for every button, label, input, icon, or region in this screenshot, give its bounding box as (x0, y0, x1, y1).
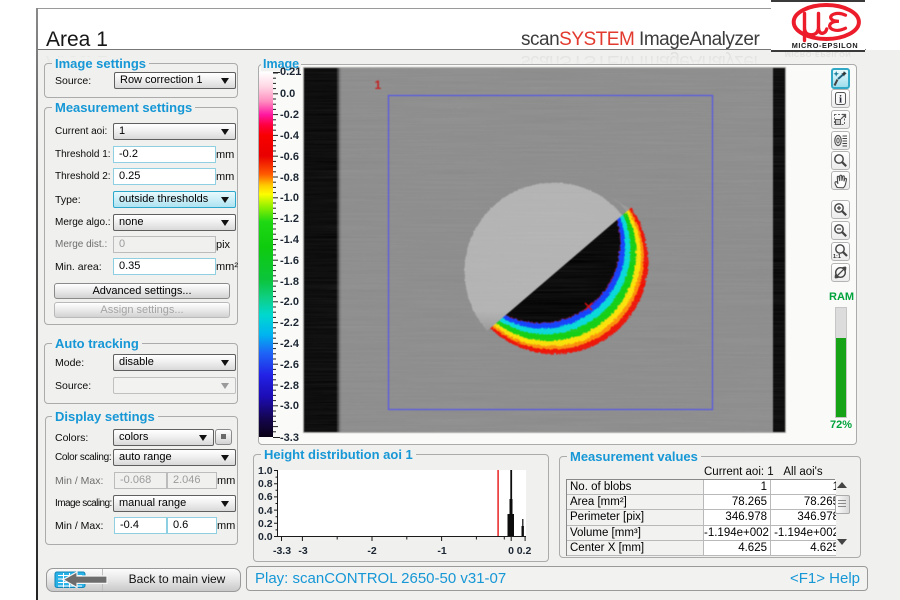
svg-text:MICRO-EPSILON: MICRO-EPSILON (792, 41, 859, 49)
svg-text:1: 1 (375, 78, 382, 92)
svg-text:1:1: 1:1 (833, 254, 841, 260)
svg-text:i: i (839, 94, 842, 106)
